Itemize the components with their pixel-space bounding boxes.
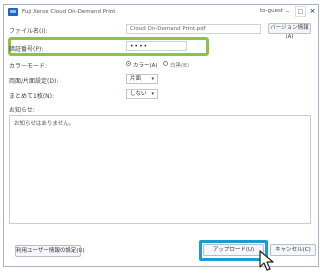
chevron-down-icon: ▾ (151, 76, 154, 82)
comment-text: お知らせはありません。 (14, 121, 75, 127)
nup-value: しない (130, 91, 147, 97)
nup-label: まとめて1枚(N): (9, 93, 55, 100)
chevron-down-icon: ▾ (151, 91, 154, 97)
window-title: Fuji Xerox Cloud On-Demand Print (22, 9, 116, 15)
close-button[interactable]: × (307, 6, 318, 17)
filename-label: ファイル名(I): (9, 28, 48, 35)
comment-label: お知らせ: (9, 107, 35, 114)
color-mode-label: カラーモード: (9, 63, 48, 70)
duplex-label: 両面/片面設定(D): (9, 78, 59, 85)
mouse-cursor-icon (259, 250, 274, 271)
minimize-button[interactable]: – (282, 6, 293, 17)
color-radio[interactable] (126, 61, 131, 66)
user-name: to-guest (260, 8, 283, 14)
pin-label: 暗証番号(P): (9, 46, 44, 53)
comment-area: お知らせはありません。 (9, 115, 311, 224)
upload-button[interactable]: アップロード(U) (203, 244, 264, 256)
duplex-select[interactable]: 片面 ▾ (126, 74, 158, 84)
nup-select[interactable]: しない ▾ (126, 89, 158, 99)
color-radio-label: カラー(A) (133, 63, 158, 69)
version-info-button[interactable]: バージョン情報(A) (268, 23, 311, 40)
pin-input[interactable]: •••• (126, 41, 187, 51)
mono-radio[interactable] (163, 61, 168, 66)
title-bar: Fuji Xerox Cloud On-Demand Print to-gues… (4, 5, 318, 20)
filename-field[interactable]: Cloud On-Demand Print.pdf (126, 24, 261, 34)
user-info-settings-button[interactable]: 利用ユーザー情報の設定(U) (15, 245, 85, 257)
duplex-value: 片面 (130, 76, 142, 82)
maximize-button[interactable]: □ (295, 6, 306, 17)
mono-radio-label: 白黒(B) (170, 63, 190, 69)
app-icon (8, 8, 18, 16)
